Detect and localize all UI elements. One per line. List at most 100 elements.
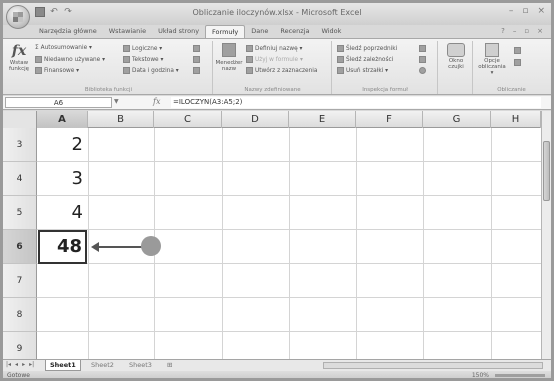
gridline [423,128,424,359]
group-defined-names: Menedżer nazw Definiuj nazwę ▾ Użyj w fo… [214,41,332,94]
insert-sheet-icon[interactable]: ⊞ [163,360,176,371]
tab-insert[interactable]: Wstawianie [103,25,152,38]
row-header-5[interactable]: 5 [3,196,37,230]
annotation-dot [141,236,161,256]
formula-input[interactable]: =ILOCZYN(A3:A5;2) [171,97,541,108]
column-header-f[interactable]: F [356,111,423,128]
column-header-a[interactable]: A [37,111,88,128]
vertical-scrollbar[interactable] [541,111,551,359]
sheet-tab-sheet2[interactable]: Sheet2 [87,360,118,371]
last-sheet-icon[interactable]: ▸| [29,361,34,368]
calculate-sheet-button[interactable] [514,59,521,66]
tab-formulas[interactable]: Formuły [205,25,246,38]
select-all-corner[interactable] [3,111,37,128]
show-formulas-button[interactable] [419,45,426,52]
book-icon [193,45,200,52]
close-button[interactable]: × [537,6,545,16]
recent-button[interactable]: Niedawno używane ▾ [35,56,105,63]
worksheet-grid[interactable]: A B C D E F G H 3 4 5 6 7 8 9 2 3 4 48 [3,111,541,359]
zoom-slider[interactable] [495,374,545,377]
gridline [222,128,223,359]
horizontal-scrollbar[interactable] [323,362,543,369]
trace-precedents-button[interactable]: Śledź poprzedniki [337,45,397,52]
ribbon-minimize-button[interactable]: – [513,27,517,35]
calc-options-button[interactable]: Opcje obliczania ▾ [476,43,508,76]
sheet-tab-sheet3[interactable]: Sheet3 [125,360,156,371]
minimize-button[interactable]: – [509,6,514,16]
autosum-button[interactable]: Σ Autosumowanie ▾ [35,45,92,51]
logical-button[interactable]: Logiczne ▾ [123,45,162,52]
tab-home[interactable]: Narzędzia główne [33,25,103,38]
watch-window-button[interactable]: Okno czujki [441,43,471,70]
ribbon-close-button[interactable]: × [537,27,543,35]
column-header-b[interactable]: B [88,111,154,128]
cell-a3[interactable]: 2 [38,128,87,162]
cell-a6[interactable]: 48 [38,230,87,264]
book-icon [35,67,42,74]
error-checking-button[interactable] [419,56,426,63]
binoculars-icon [447,43,465,57]
chevron-down-icon[interactable]: ▼ [114,98,119,105]
sigma-icon: Σ [35,45,39,51]
cell-a4[interactable]: 3 [38,162,87,196]
book-icon [193,56,200,63]
name-manager-button[interactable]: Menedżer nazw [215,43,243,72]
insert-function-button[interactable]: fx Wstaw funkcję [6,43,32,72]
text-button[interactable]: Tekstowe ▾ [123,56,163,63]
column-header-c[interactable]: C [154,111,222,128]
annotation-arrow [95,246,147,248]
status-right: 150% [472,372,545,378]
status-bar: Gotowe 150% [3,371,551,379]
restore-button[interactable]: ▫ [522,6,528,16]
help-icon[interactable]: ? [501,27,505,35]
function-icon[interactable]: fx [153,97,160,106]
column-header-e[interactable]: E [289,111,356,128]
first-sheet-icon[interactable]: |◂ [6,361,11,368]
financial-button[interactable]: Finansowe ▾ [35,67,79,74]
more-functions-button[interactable] [193,67,200,74]
tab-review[interactable]: Recenzja [274,25,315,38]
group-watch: Okno czujki [439,41,473,94]
datetime-button[interactable]: Data i godzina ▾ [123,67,179,74]
lookup-button[interactable] [193,45,200,52]
prev-sheet-icon[interactable]: ◂ [15,361,18,368]
remove-arrows-button[interactable]: Usuń strzałki ▾ [337,67,388,74]
next-sheet-icon[interactable]: ▸ [22,361,25,368]
tab-view[interactable]: Widok [315,25,347,38]
office-button[interactable] [6,5,30,29]
row-header-9[interactable]: 9 [3,332,37,359]
recent-label: Niedawno używane ▾ [44,56,105,63]
window-controls: – ▫ × [509,6,545,16]
office-logo-icon [13,12,23,22]
evaluate-formula-button[interactable] [419,67,426,74]
gridline [491,128,492,359]
create-from-selection-button[interactable]: Utwórz z zaznaczenia [246,67,317,74]
use-in-formula-button[interactable]: Użyj w formule ▾ [246,56,303,63]
row-header-8[interactable]: 8 [3,298,37,332]
warning-icon [419,56,426,63]
tab-page-layout[interactable]: Układ strony [152,25,205,38]
arrow-icon [337,56,344,63]
cell-a5[interactable]: 4 [38,196,87,230]
status-ready: Gotowe [7,372,30,379]
column-header-h[interactable]: H [491,111,541,128]
remove-arrows-label: Usuń strzałki ▾ [346,67,389,74]
trace-dependents-button[interactable]: Śledź zależności [337,56,393,63]
row-header-6[interactable]: 6 [3,230,37,264]
scrollbar-thumb[interactable] [543,141,550,201]
sheet-tab-sheet1[interactable]: Sheet1 [45,360,81,371]
row-header-7[interactable]: 7 [3,264,37,298]
column-header-d[interactable]: D [222,111,289,128]
define-name-button[interactable]: Definiuj nazwę ▾ [246,45,302,52]
name-box[interactable]: A6 [5,97,112,108]
column-header-g[interactable]: G [423,111,491,128]
tab-data[interactable]: Dane [245,25,274,38]
calculate-now-button[interactable] [514,47,521,54]
datetime-label: Data i godzina ▾ [132,67,179,74]
row-header-4[interactable]: 4 [3,162,37,196]
row-header-3[interactable]: 3 [3,128,37,162]
math-button[interactable] [193,56,200,63]
ribbon-restore-button[interactable]: ▫ [524,27,529,35]
group-label-library: Biblioteka funkcji [84,87,133,93]
zoom-level[interactable]: 150% [472,372,489,378]
